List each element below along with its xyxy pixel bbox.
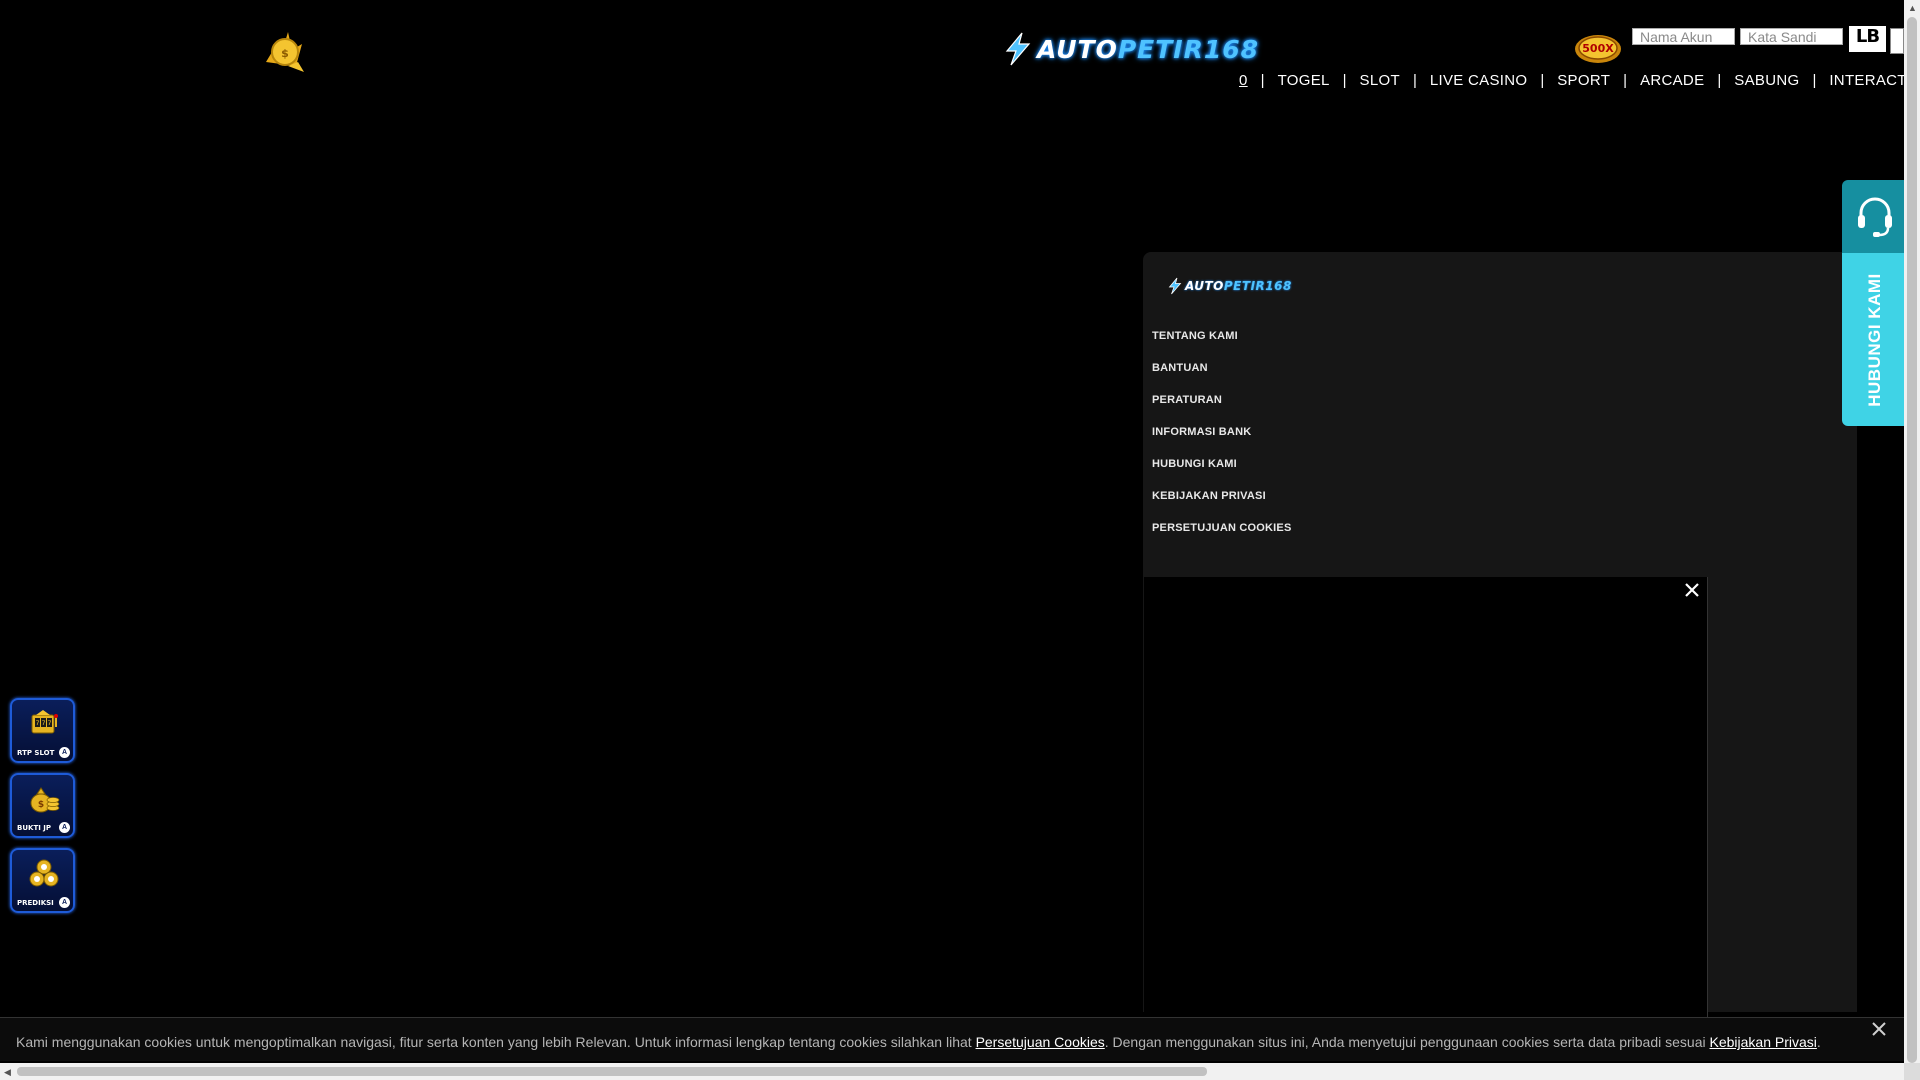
bukti-jp-widget[interactable]: $ BUKTI JP A: [10, 773, 75, 838]
footer-link-persetujuan-cookies[interactable]: PERSETUJUAN COOKIES: [1152, 521, 1292, 553]
cookie-policy-link[interactable]: Persetujuan Cookies: [976, 1034, 1105, 1050]
widget-badge: A: [59, 822, 70, 833]
footer-link-bantuan[interactable]: BANTUAN: [1152, 361, 1292, 393]
500x-badge-icon: 500X: [1575, 35, 1621, 63]
svg-text:$: $: [281, 47, 289, 60]
svg-text:$: $: [38, 800, 44, 810]
scrollbar-corner: [1904, 1063, 1920, 1080]
register-button[interactable]: [1890, 28, 1904, 54]
lb-login-button[interactable]: LB: [1848, 25, 1887, 53]
footer-menu: TENTANG KAMI BANTUAN PERATURAN INFORMASI…: [1152, 329, 1292, 553]
horizontal-scrollbar[interactable]: ◀: [0, 1063, 1904, 1080]
rtp-slot-widget[interactable]: 7 7 7 RTP SLOT A: [10, 698, 75, 763]
scroll-left-icon[interactable]: ◀: [4, 1067, 11, 1077]
slot-machine-icon: 7 7 7: [31, 710, 58, 734]
headset-icon: [1857, 197, 1892, 237]
lightning-bolt-icon: [1005, 32, 1031, 66]
password-input[interactable]: [1740, 28, 1843, 45]
main-nav: 0 | TOGEL | SLOT | LIVE CASINO | SPORT | ARCA…: [1226, 70, 1920, 90]
cookie-close-icon[interactable]: [1869, 1019, 1889, 1039]
cookie-bar: Kami menggunakan cookies untuk mengoptim…: [0, 1017, 1904, 1061]
nav-live-casino[interactable]: LIVE CASINO: [1417, 72, 1541, 89]
widget-badge: A: [59, 897, 70, 908]
nav-togel[interactable]: TOGEL: [1265, 72, 1343, 89]
footer-link-kebijakan-privasi[interactable]: KEBIJAKAN PRIVASI: [1152, 489, 1292, 521]
bonus-coin-icon: $: [266, 32, 304, 72]
username-input[interactable]: [1632, 28, 1735, 45]
nav-home[interactable]: 0: [1226, 72, 1261, 89]
footer-link-informasi-bank[interactable]: INFORMASI BANK: [1152, 425, 1292, 457]
lottery-balls-icon: [29, 859, 59, 887]
nav-slot[interactable]: SLOT: [1347, 72, 1413, 89]
widget-label: BUKTI JP: [17, 824, 51, 832]
video-popup: [1144, 577, 1708, 1047]
contact-tab-header: [1842, 180, 1907, 253]
contact-tab-body: HUBUNGI KAMI: [1842, 253, 1907, 426]
scroll-up-icon[interactable]: ▲: [1908, 3, 1917, 13]
footer-brand-logo[interactable]: AUTOPETIR168: [1167, 277, 1292, 295]
cookie-message: Kami menggunakan cookies untuk mengoptim…: [16, 1034, 1821, 1050]
contact-tab[interactable]: HUBUNGI KAMI: [1842, 180, 1907, 426]
svg-text:7: 7: [48, 720, 52, 727]
money-bag-icon: $: [30, 787, 60, 813]
widget-badge: A: [59, 747, 70, 758]
footer-link-hubungi-kami[interactable]: HUBUNGI KAMI: [1152, 457, 1292, 489]
vertical-scrollbar[interactable]: ▲: [1904, 0, 1920, 1080]
svg-text:7: 7: [36, 720, 40, 727]
contact-tab-label: HUBUNGI KAMI: [1864, 272, 1884, 407]
widget-label: RTP SLOT: [17, 749, 55, 757]
brand-name: AUTOPETIR168: [1037, 34, 1260, 64]
lightning-bolt-icon: [1168, 277, 1182, 295]
nav-arcade[interactable]: ARCADE: [1627, 72, 1717, 89]
svg-text:500X: 500X: [1582, 42, 1614, 55]
privacy-policy-link[interactable]: Kebijakan Privasi: [1710, 1034, 1817, 1050]
horizontal-scroll-thumb[interactable]: [17, 1067, 1207, 1076]
widget-label: PREDIKSI: [17, 899, 54, 907]
close-icon[interactable]: [1683, 581, 1701, 599]
footer-link-peraturan[interactable]: PERATURAN: [1152, 393, 1292, 425]
svg-text:7: 7: [42, 720, 46, 727]
vertical-scroll-thumb[interactable]: [1907, 17, 1917, 1063]
footer-brand-name: AUTOPETIR168: [1185, 279, 1292, 293]
brand-logo[interactable]: AUTOPETIR168: [1002, 32, 1259, 66]
prediksi-widget[interactable]: PREDIKSI A: [10, 848, 75, 913]
footer-link-tentang-kami[interactable]: TENTANG KAMI: [1152, 329, 1292, 361]
nav-sport[interactable]: SPORT: [1544, 72, 1623, 89]
nav-sabung[interactable]: SABUNG: [1721, 72, 1812, 89]
